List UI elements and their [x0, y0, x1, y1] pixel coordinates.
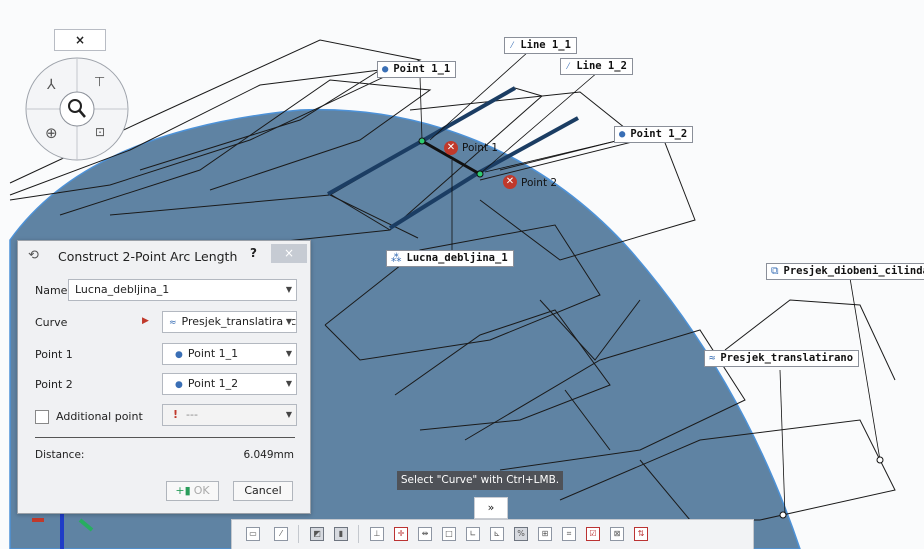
- ok-button[interactable]: +▮ OK: [166, 481, 219, 501]
- dialog-title: Construct 2-Point Arc Length: [58, 249, 238, 264]
- rotate-icon[interactable]: ⅄: [47, 77, 56, 93]
- chevron-down-icon: ▼: [285, 349, 292, 358]
- snap-midpoint-icon[interactable]: ⇹: [418, 527, 432, 541]
- cancel-button[interactable]: Cancel: [233, 481, 293, 501]
- point-icon: ●: [175, 350, 183, 360]
- curve-row: Curve ▶ ≈ Presjek_translatiranc ▼: [18, 310, 310, 336]
- distance-label: Distance:: [35, 449, 85, 461]
- additional-point-select: ! --- ▼: [162, 404, 297, 426]
- chevron-down-icon: ▼: [285, 285, 292, 294]
- status-tooltip: Select "Curve" with Ctrl+LMB.: [397, 471, 563, 490]
- distance-value: 6.049mm: [243, 449, 294, 461]
- snap-intersection-icon[interactable]: ✛: [394, 527, 408, 541]
- line-icon: ⁄: [565, 60, 572, 72]
- label-lucna-debljina[interactable]: ⁂ Lucna_debljina_1: [386, 250, 514, 267]
- line-icon: ⁄: [509, 39, 516, 51]
- section-icon: ⧉: [771, 265, 779, 277]
- point-icon: ●: [175, 380, 183, 390]
- curve-select[interactable]: ≈ Presjek_translatiranc ▼: [162, 311, 297, 333]
- point2-select[interactable]: ● Point 1_2 ▼: [162, 373, 297, 395]
- additional-point-checkbox[interactable]: [35, 410, 49, 424]
- bottom-toolbar: ▭ ⁄ ◩ ▮ ⊥ ✛ ⇹ □ ∟ ⊾ % ⊞ ⌗ ☑ ⊠ ⇅: [231, 519, 754, 549]
- refresh-icon[interactable]: ⟲: [28, 248, 39, 263]
- dialog-titlebar[interactable]: ⟲ Construct 2-Point Arc Length ? ×: [18, 241, 310, 271]
- hide-icon[interactable]: ⁄: [274, 527, 288, 541]
- toolbar-expand-button[interactable]: »: [474, 497, 508, 519]
- align-icon[interactable]: ▮: [334, 527, 348, 541]
- close-box-icon[interactable]: ⊠: [610, 527, 624, 541]
- point1-select[interactable]: ● Point 1_1 ▼: [162, 343, 297, 365]
- help-button[interactable]: ?: [250, 246, 257, 260]
- chevron-down-icon: ▼: [283, 312, 292, 332]
- label-presjek-diobeni[interactable]: ⧉ Presjek_diobeni_cilinda: [766, 263, 924, 280]
- navigator-close-button[interactable]: ×: [54, 29, 106, 51]
- label-line-1-2[interactable]: ⁄ Line 1_2: [560, 58, 633, 75]
- label-point-1-2[interactable]: ● Point 1_2: [614, 126, 694, 143]
- point1-row: Point 1 ● Point 1_1 ▼: [18, 342, 310, 368]
- dialog-close-button[interactable]: ×: [271, 244, 307, 263]
- frame-icon[interactable]: ⌗: [562, 527, 576, 541]
- point1-label: Point 1: [35, 348, 73, 361]
- check-icon[interactable]: ☑: [586, 527, 600, 541]
- curve-label: Curve: [35, 316, 68, 329]
- chevron-down-icon: ▼: [285, 410, 292, 419]
- required-arrow-icon: ▶: [142, 316, 149, 326]
- curve-icon: ≈: [709, 352, 716, 364]
- point-2-label: Point 2: [521, 177, 558, 189]
- select-icon[interactable]: ◩: [310, 527, 324, 541]
- point2-label: Point 2: [35, 378, 73, 391]
- pan-icon[interactable]: ⊕: [45, 124, 58, 142]
- snap-point-icon[interactable]: ⊥: [370, 527, 384, 541]
- point-icon: ●: [382, 63, 389, 75]
- name-row: Name Lucna_debljina_1 ▼: [18, 278, 310, 304]
- arc-length-icon: ⁂: [391, 252, 402, 264]
- error-icon: ✕: [444, 141, 458, 155]
- curve-icon: ≈: [169, 318, 177, 328]
- label-line-1-1[interactable]: ⁄ Line 1_1: [504, 37, 577, 54]
- fit-view-icon[interactable]: ⊡: [95, 125, 105, 139]
- view-navigator[interactable]: [25, 57, 129, 161]
- construct-arc-length-dialog: ⟲ Construct 2-Point Arc Length ? × Name …: [17, 240, 311, 514]
- name-field[interactable]: Lucna_debljina_1 ▼: [68, 279, 297, 301]
- relation-icon[interactable]: ⇅: [634, 527, 648, 541]
- label-presjek-translatirano[interactable]: ≈ Presjek_translatirano: [704, 350, 860, 367]
- label-point-1-1[interactable]: ● Point 1_1: [377, 61, 457, 78]
- name-label: Name: [35, 284, 68, 297]
- additional-point-label: Additional point: [56, 410, 143, 423]
- point-icon: ●: [619, 128, 626, 140]
- point2-row: Point 2 ● Point 1_2 ▼: [18, 372, 310, 398]
- snap-corner-icon[interactable]: ∟: [466, 527, 480, 541]
- top-view-icon[interactable]: ⊤: [94, 75, 105, 90]
- link-icon[interactable]: %: [514, 527, 528, 541]
- view-icon[interactable]: ▭: [246, 527, 260, 541]
- grid-icon[interactable]: ⊞: [538, 527, 552, 541]
- warning-icon: !: [173, 408, 179, 421]
- ok-icon: +▮: [175, 484, 191, 497]
- chevron-down-icon: ▼: [285, 379, 292, 388]
- error-icon: ✕: [503, 175, 517, 189]
- separator: [35, 437, 295, 438]
- snap-box-icon[interactable]: □: [442, 527, 456, 541]
- snap-angle-icon[interactable]: ⊾: [490, 527, 504, 541]
- point-1-label: Point 1: [462, 142, 499, 154]
